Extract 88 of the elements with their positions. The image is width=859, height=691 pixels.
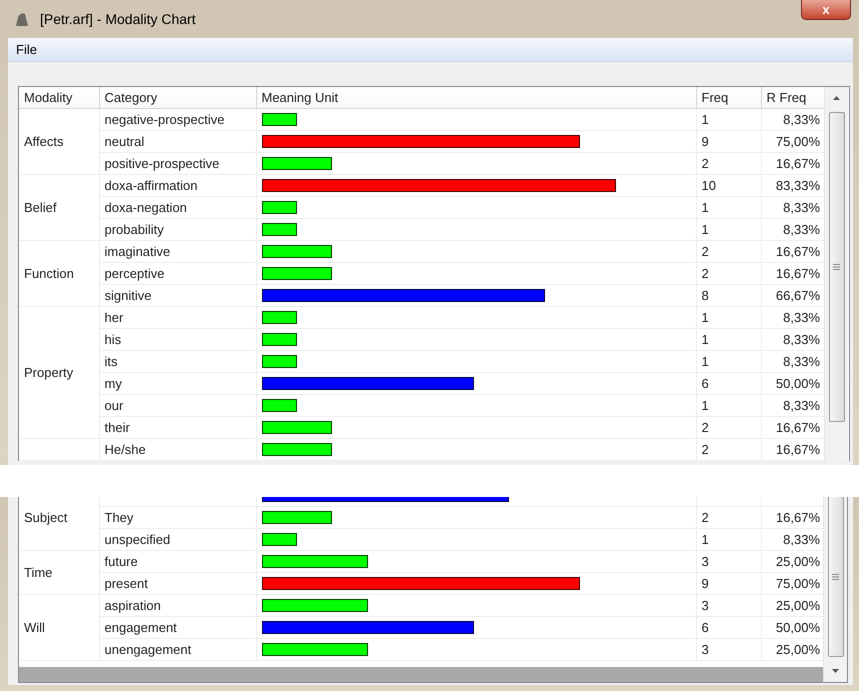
category-label: imaginative: [104, 244, 170, 259]
relative-freq-value: 8,33%: [783, 222, 820, 237]
freq-value: 3: [702, 554, 709, 569]
freq-value: 3: [702, 642, 709, 657]
relative-freq-value: 8,33%: [783, 398, 820, 413]
relative-freq-value: 16,67%: [776, 244, 820, 259]
category-label: our: [104, 398, 124, 413]
freq-value: 2: [702, 266, 709, 281]
freq-value: 6: [702, 376, 709, 391]
freq-value: 1: [702, 310, 709, 325]
column-header[interactable]: Freq: [696, 87, 761, 108]
modality-label: Will: [24, 620, 45, 635]
grip-icon: [832, 574, 839, 580]
freq-value: 1: [702, 532, 709, 547]
freq-value: 2: [702, 420, 709, 435]
category-label: aspiration: [104, 598, 161, 613]
category-label: doxa-negation: [104, 200, 187, 215]
freq-value: 6: [702, 620, 709, 635]
freq-value: 1: [702, 222, 709, 237]
freq-value: 2: [702, 510, 709, 525]
modality-label: Subject: [24, 510, 68, 525]
category-label: future: [104, 554, 138, 569]
freq-value: 2: [702, 442, 709, 457]
modality-label: Time: [24, 565, 52, 580]
app-icon: [14, 11, 30, 27]
category-label: unspecified: [104, 532, 170, 547]
freq-value: 2: [702, 244, 709, 259]
modality-label: Property: [24, 365, 74, 380]
relative-freq-value: 8,33%: [783, 532, 820, 547]
freq-value: 1: [702, 332, 709, 347]
category-label: negative-prospective: [104, 112, 224, 127]
relative-freq-value: 16,67%: [776, 442, 820, 457]
freq-value: 8: [702, 288, 709, 303]
freq-value: 1: [702, 200, 709, 215]
category-label: present: [104, 576, 148, 591]
category-label: signitive: [104, 288, 152, 303]
relative-freq-value: 16,67%: [776, 156, 820, 171]
relative-freq-value: 16,67%: [776, 266, 820, 281]
grip-icon: [833, 264, 840, 270]
category-label: doxa-affirmation: [104, 178, 198, 193]
freq-value: 9: [702, 134, 709, 149]
category-label: his: [104, 332, 122, 347]
category-label: my: [104, 376, 122, 391]
relative-freq-value: 8,33%: [783, 354, 820, 369]
category-label: unengagement: [104, 642, 192, 657]
modality-label: Affects: [24, 134, 64, 149]
freq-value: 1: [702, 398, 709, 413]
modality-label: Belief: [24, 200, 57, 215]
category-label: engagement: [104, 620, 177, 635]
category-label: He/she: [104, 442, 146, 457]
window-title: [Petr.arf] - Modality Chart: [40, 11, 196, 27]
relative-freq-value: 25,00%: [776, 554, 820, 569]
freq-value: 9: [702, 576, 709, 591]
category-label: their: [104, 420, 130, 435]
relative-freq-value: 16,67%: [776, 420, 820, 435]
column-header[interactable]: Category: [99, 87, 256, 108]
relative-freq-value: 8,33%: [783, 112, 820, 127]
category-label: her: [104, 310, 124, 325]
down-arrow-icon: [832, 669, 839, 673]
relative-freq-value: 25,00%: [776, 642, 820, 657]
relative-freq-value: 8,33%: [783, 200, 820, 215]
relative-freq-value: 25,00%: [776, 598, 820, 613]
freq-value: 1: [702, 354, 709, 369]
category-label: probability: [104, 222, 164, 237]
category-label: They: [104, 510, 134, 525]
freq-value: 3: [702, 598, 709, 613]
modality-label: Function: [24, 266, 74, 281]
freq-value: 1: [702, 112, 709, 127]
category-label: positive-prospective: [104, 156, 220, 171]
menu-item[interactable]: File: [12, 42, 41, 57]
category-label: neutral: [104, 134, 144, 149]
freq-value: 2: [702, 156, 709, 171]
freq-value: 10: [702, 178, 716, 193]
up-arrow-icon: [833, 96, 840, 100]
relative-freq-value: 66,67%: [776, 288, 820, 303]
category-label: perceptive: [104, 266, 164, 281]
column-header[interactable]: Modality: [19, 87, 99, 108]
category-label: its: [104, 354, 118, 369]
relative-freq-value: 16,67%: [776, 510, 820, 525]
column-header[interactable]: Meaning Unit: [256, 87, 696, 108]
relative-freq-value: 8,33%: [783, 310, 820, 325]
relative-freq-value: 75,00%: [776, 576, 820, 591]
column-header[interactable]: R Freq: [761, 87, 824, 108]
relative-freq-value: 75,00%: [776, 134, 820, 149]
relative-freq-value: 50,00%: [776, 620, 820, 635]
relative-freq-value: 50,00%: [776, 376, 820, 391]
relative-freq-value: 8,33%: [783, 332, 820, 347]
relative-freq-value: 83,33%: [776, 178, 820, 193]
